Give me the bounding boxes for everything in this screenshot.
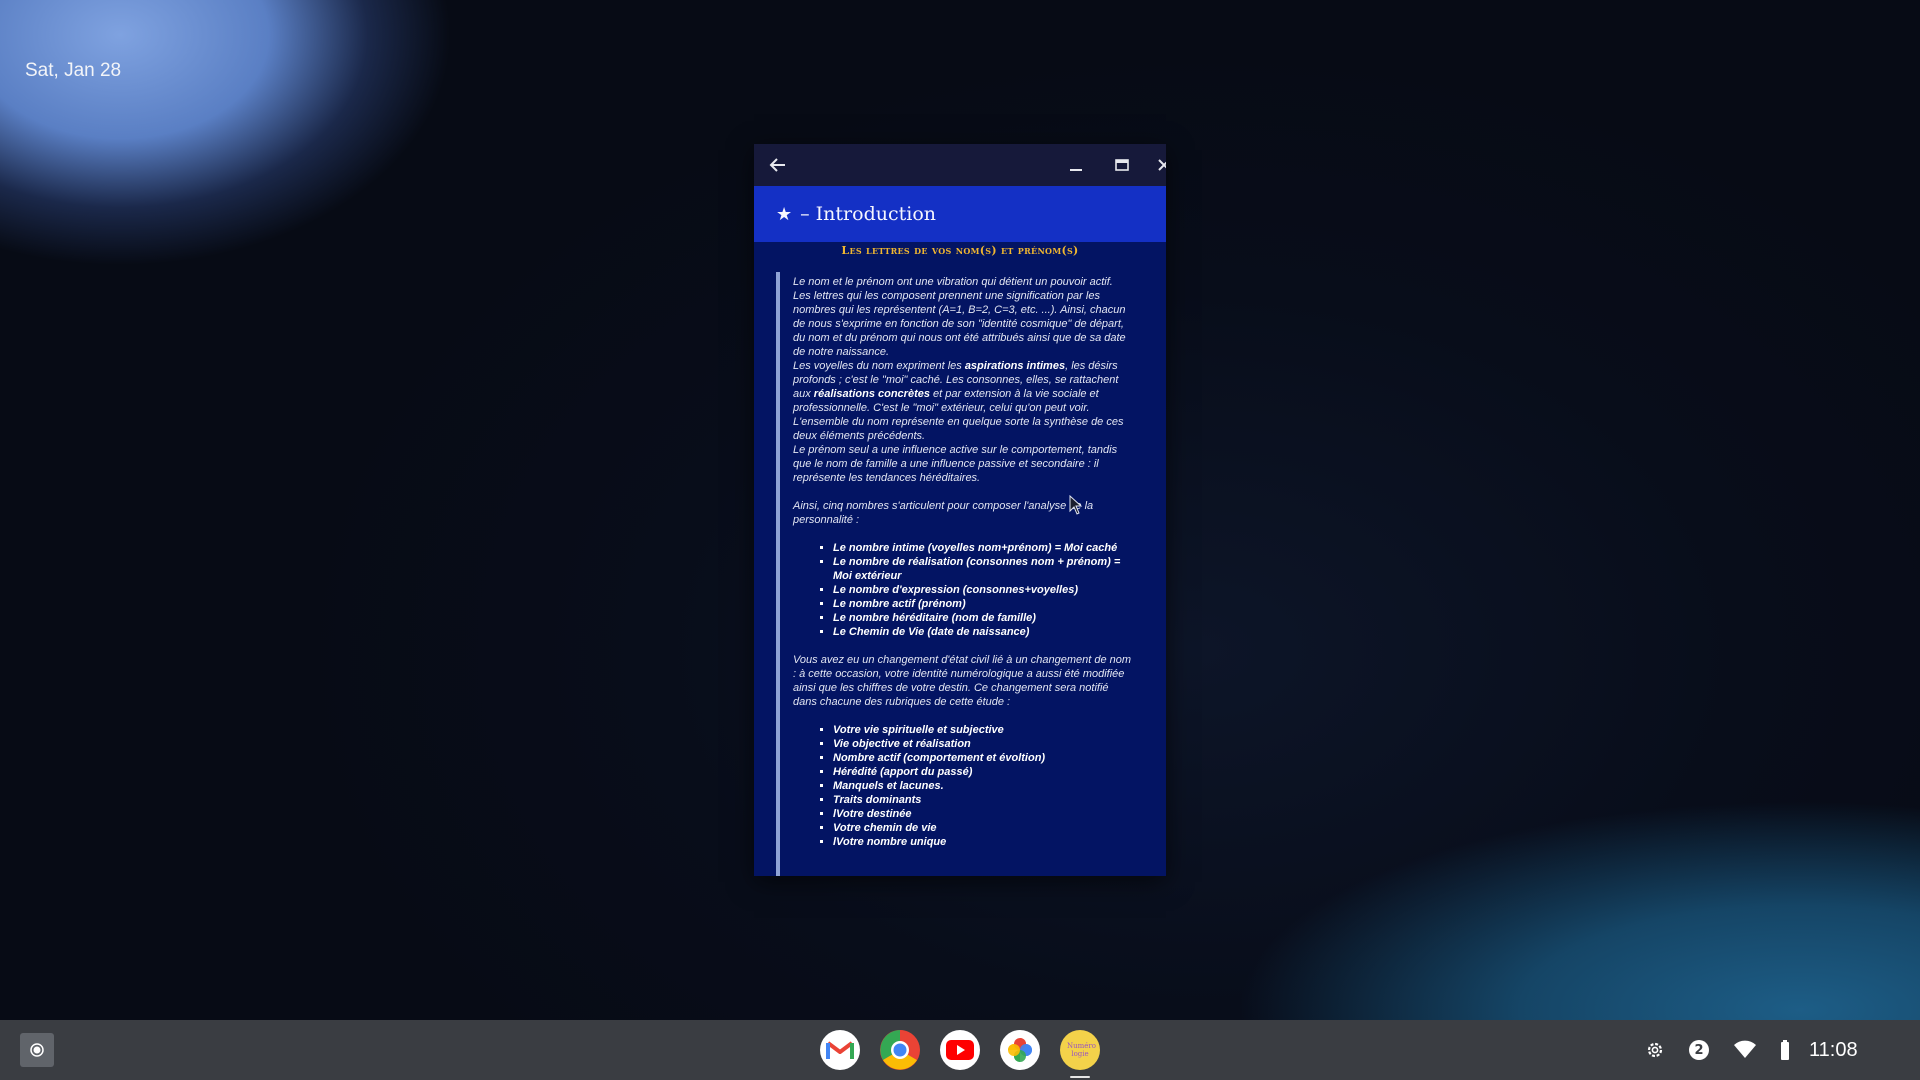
window-titlebar[interactable] [754, 144, 1166, 186]
shelf: Numéro logie 2 11:08 [0, 1020, 1920, 1080]
list-item: Le nombre héréditaire (nom de famille) [833, 611, 1133, 625]
youtube-icon[interactable] [940, 1030, 980, 1070]
list-item: Le Chemin de Vie (date de naissance) [833, 625, 1133, 639]
paragraph: Le nom et le prénom ont une vibration qu… [793, 276, 1126, 358]
back-arrow-icon [769, 158, 785, 172]
launcher-circle-icon [30, 1043, 44, 1057]
numerology-app-label: Numéro logie [1067, 1042, 1096, 1058]
paragraph: Vous avez eu un changement d'état civil … [793, 654, 1132, 708]
list-item: Votre vie spirituelle et subjective [833, 723, 1133, 737]
close-icon [1158, 159, 1166, 171]
clock: 11:08 [1809, 1038, 1858, 1061]
back-button[interactable] [758, 144, 798, 186]
wifi-icon [1734, 1040, 1756, 1058]
maximize-button[interactable] [1102, 144, 1142, 186]
gmail-icon[interactable] [820, 1030, 860, 1070]
list-item: Le nombre d'expression (consonnes+voyell… [833, 583, 1133, 597]
sections-list: Votre vie spirituelle et subjective Vie … [793, 723, 1133, 849]
numerology-app-icon[interactable]: Numéro logie [1060, 1030, 1100, 1070]
numbers-list: Le nombre intime (voyelles nom+prénom) =… [793, 541, 1133, 639]
minimize-icon [1070, 169, 1082, 171]
list-item: Traits dominants [833, 793, 1133, 807]
app-window: ★ – Introduction Les lettres de vos nom(… [754, 144, 1166, 876]
list-item: Le nombre actif (prénom) [833, 597, 1133, 611]
active-app-indicator [1070, 1076, 1090, 1078]
page-title: – Introduction [800, 203, 937, 225]
mouse-cursor-icon [1069, 495, 1083, 515]
battery-icon [1781, 1040, 1789, 1060]
chrome-icon[interactable] [880, 1030, 920, 1070]
photos-icon[interactable] [1000, 1030, 1040, 1070]
maximize-icon [1115, 159, 1129, 171]
paragraph: Les voyelles du nom expriment les aspira… [793, 360, 1124, 442]
list-item: lVotre destinée [833, 807, 1133, 821]
list-item: Vie objective et réalisation [833, 737, 1133, 751]
list-item: Manquels et lacunes. [833, 779, 1133, 793]
list-item: lVotre nombre unique [833, 835, 1133, 849]
intro-content: Le nom et le prénom ont une vibration qu… [776, 272, 1133, 876]
notification-count-badge: 2 [1689, 1040, 1709, 1060]
system-tray[interactable]: 2 11:08 [1645, 1020, 1858, 1080]
settings-gear-icon [1647, 1042, 1663, 1058]
list-item: Le nombre de réalisation (consonnes nom … [833, 555, 1133, 583]
page-header: ★ – Introduction [754, 186, 1166, 242]
list-item: Le nombre intime (voyelles nom+prénom) =… [833, 541, 1133, 555]
close-button[interactable] [1144, 144, 1166, 186]
list-item: Nombre actif (comportement et évoltion) [833, 751, 1133, 765]
list-item: Hérédité (apport du passé) [833, 765, 1133, 779]
desktop-date: Sat, Jan 28 [25, 60, 122, 81]
list-item: Votre chemin de vie [833, 821, 1133, 835]
paragraph: Le prénom seul a une influence active su… [793, 444, 1118, 484]
section-subtitle: Les lettres de vos nom(s) et prénom(s) [841, 244, 1079, 257]
launcher-button[interactable] [20, 1033, 54, 1067]
star-icon: ★ [776, 203, 793, 225]
minimize-button[interactable] [1056, 144, 1096, 186]
